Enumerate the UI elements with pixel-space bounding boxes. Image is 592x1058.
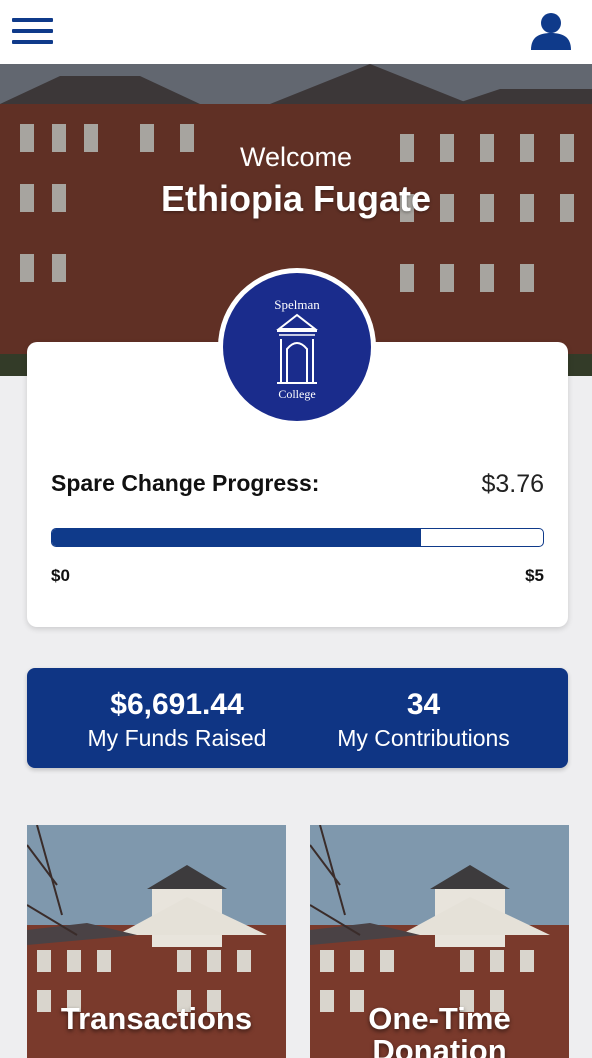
top-bar xyxy=(0,0,592,64)
hamburger-menu-icon[interactable] xyxy=(12,16,53,44)
logo-line2: College xyxy=(278,387,316,401)
user-name: Ethiopia Fugate xyxy=(161,178,431,219)
funds-raised-stat[interactable]: $6,691.44 My Funds Raised xyxy=(27,668,327,768)
stats-banner: $6,691.44 My Funds Raised 34 My Contribu… xyxy=(27,668,568,768)
transactions-label: Transactions xyxy=(60,1001,253,1036)
funds-raised-label: My Funds Raised xyxy=(87,725,267,751)
one-time-donation-label: One-Time Donation xyxy=(368,1001,511,1058)
welcome-text: Welcome xyxy=(239,142,353,172)
logo-line1: Spelman xyxy=(274,297,320,312)
transactions-tile[interactable]: Transactions xyxy=(27,825,286,1058)
progress-min-label: $0 xyxy=(51,566,70,585)
funds-raised-value: $6,691.44 xyxy=(110,688,244,721)
contributions-stat[interactable]: 34 My Contributions xyxy=(327,668,520,768)
college-building-icon xyxy=(276,313,318,384)
user-profile-icon[interactable] xyxy=(529,10,573,50)
progress-fill xyxy=(52,529,422,546)
contributions-value: 34 xyxy=(406,688,441,721)
spare-change-value: $3.76 xyxy=(481,470,544,498)
one-time-donation-tile[interactable]: One-Time Donation xyxy=(310,825,569,1058)
spare-change-progress-bar xyxy=(51,528,544,547)
progress-max-label: $5 xyxy=(525,566,544,585)
spare-change-label: Spare Change Progress: xyxy=(51,470,320,496)
college-logo: Spelman College xyxy=(218,268,376,426)
contributions-label: My Contributions xyxy=(337,725,510,751)
